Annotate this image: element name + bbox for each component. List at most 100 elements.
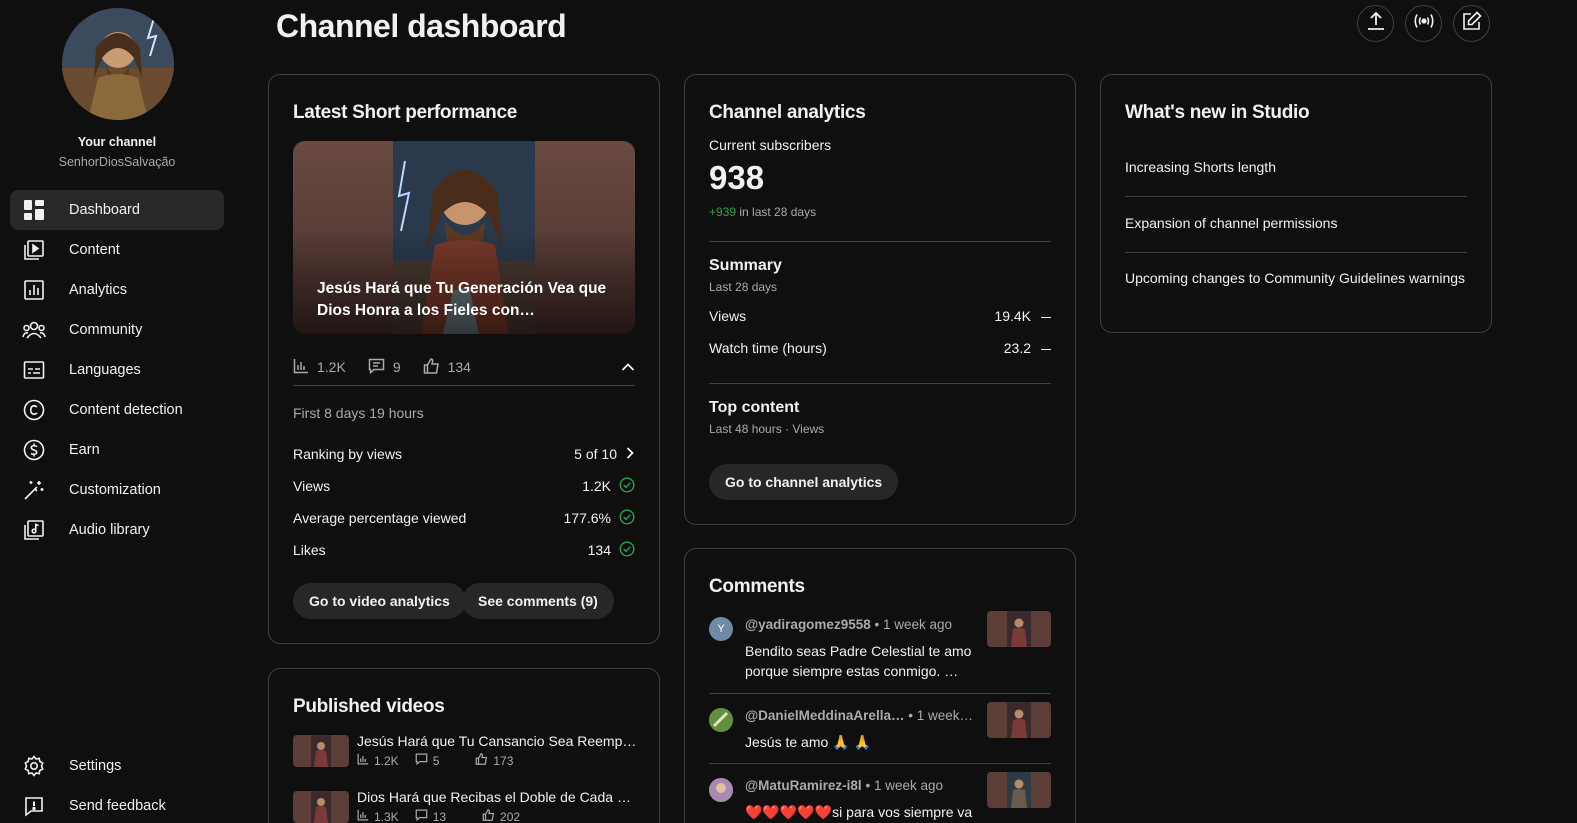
- go-to-video-analytics-button[interactable]: Go to video analytics: [293, 583, 466, 619]
- channel-analytics-card: Channel analytics Current subscribers 93…: [684, 74, 1076, 525]
- sidebar-item-label: Languages: [69, 362, 141, 378]
- content-icon: [22, 238, 46, 262]
- sidebar-item-audio-library[interactable]: Audio library: [10, 510, 224, 550]
- comment-text: ❤️❤️❤️❤️❤️si para vos siempre va: [745, 804, 973, 820]
- video-stats: 1.2K 5 173: [357, 753, 529, 768]
- sidebar-item-earn[interactable]: Earn: [10, 430, 224, 470]
- check-circle-icon: [619, 540, 635, 560]
- whats-new-card: What's new in Studio Increasing Shorts l…: [1100, 74, 1492, 333]
- metric-row-views: Views 1.2K: [293, 474, 635, 498]
- comment-header: @DanielMeddinaArella… • 1 week…: [745, 708, 975, 723]
- period-label: First 8 days 19 hours: [293, 405, 424, 421]
- upload-button[interactable]: [1357, 5, 1394, 42]
- comment-time: • 1 week ago: [865, 778, 943, 793]
- likes-count: 173: [493, 753, 514, 768]
- published-videos-card: Published videos Jesús Hará que Tu Cansa…: [268, 668, 660, 823]
- news-item[interactable]: Increasing Shorts length: [1125, 157, 1467, 177]
- community-icon: [22, 318, 46, 342]
- page-title: Channel dashboard: [276, 8, 567, 44]
- divider: [709, 693, 1051, 694]
- upload-icon: [1366, 11, 1386, 36]
- video-thumbnail: [293, 791, 349, 823]
- subscribers-label: Current subscribers: [709, 137, 832, 153]
- dashboard-icon: [22, 198, 46, 222]
- collapse-button[interactable]: [621, 359, 635, 375]
- sidebar-item-content-detection[interactable]: Content detection: [10, 390, 224, 430]
- see-comments-button[interactable]: See comments (9): [462, 583, 614, 619]
- short-title: Jesús Hará que Tu Generación Vea que Dio…: [317, 280, 607, 319]
- check-circle-icon: [619, 476, 635, 496]
- top-content-title: Top content: [709, 399, 800, 416]
- published-video-item[interactable]: Dios Hará que Recibas el Doble de Cada C…: [293, 789, 637, 823]
- thumbs-up-icon: [475, 753, 493, 768]
- trend-dash-icon: [1041, 348, 1051, 351]
- subscriber-delta-value: +939: [709, 205, 737, 219]
- comment-header: @MatuRamirez-i8l • 1 week ago: [745, 778, 975, 793]
- feedback-icon: [22, 794, 46, 818]
- analytics-icon: [357, 753, 374, 768]
- sidebar-item-analytics[interactable]: Analytics: [10, 270, 224, 310]
- views-count: 1.2K: [374, 753, 399, 768]
- card-title: What's new in Studio: [1125, 102, 1310, 123]
- divider: [709, 763, 1051, 764]
- published-video-item[interactable]: Jesús Hará que Tu Cansancio Sea Reemplaz…: [293, 733, 637, 775]
- subtitles-icon: [22, 358, 46, 382]
- comment-item[interactable]: @DanielMeddinaArella… • 1 week… Jesús te…: [709, 702, 1051, 758]
- subscriber-delta-suffix: in last 28 days: [736, 205, 817, 219]
- subscriber-count: 938: [709, 159, 765, 196]
- divider: [1125, 196, 1467, 197]
- comment-item[interactable]: @MatuRamirez-i8l • 1 week ago ❤️❤️❤️❤️❤️…: [709, 772, 1051, 823]
- views-stat: 1.2K: [293, 358, 346, 377]
- comments-stat: 9: [368, 358, 401, 377]
- likes-count: 202: [500, 809, 521, 823]
- sidebar-item-label: Analytics: [69, 282, 128, 298]
- metric-row-avg-viewed: Average percentage viewed 177.6%: [293, 506, 635, 530]
- sidebar-item-label: Earn: [69, 442, 100, 458]
- comment-item[interactable]: Y @yadiragomez9558 • 1 week ago Bendito …: [709, 611, 1051, 683]
- sidebar-item-dashboard[interactable]: Dashboard: [10, 190, 224, 230]
- top-content-subtitle: Last 48 hours · Views: [709, 422, 825, 436]
- audio-library-icon: [22, 518, 46, 542]
- video-thumbnail: [293, 735, 349, 767]
- news-item[interactable]: Upcoming changes to Community Guidelines…: [1125, 268, 1467, 288]
- metric-label: Average percentage viewed: [293, 510, 467, 526]
- card-title: Latest Short performance: [293, 102, 518, 123]
- comments-card: Comments Y @yadiragomez9558 • 1 week ago…: [684, 548, 1076, 823]
- sidebar-item-community[interactable]: Community: [10, 310, 224, 350]
- go-to-channel-analytics-button[interactable]: Go to channel analytics: [709, 464, 899, 500]
- channel-handle: SenhorDiosSalvação: [58, 155, 176, 169]
- magic-wand-icon: [22, 478, 46, 502]
- sidebar-item-label: Dashboard: [69, 202, 140, 218]
- comment-icon: [368, 358, 393, 377]
- avatar: Y: [709, 617, 733, 641]
- edit-icon: [1462, 11, 1482, 36]
- metric-label: Likes: [293, 542, 326, 558]
- metric-value: 1.2K: [582, 478, 611, 494]
- summary-row-views: Views 19.4K: [709, 305, 1051, 327]
- video-stats: 1.3K 13 202: [357, 809, 536, 823]
- copyright-icon: [22, 398, 46, 422]
- sidebar-item-send-feedback[interactable]: Send feedback: [10, 786, 224, 823]
- short-thumbnail[interactable]: Jesús Hará que Tu Generación Vea que Dio…: [293, 141, 635, 334]
- latest-short-card: Latest Short performance Jesús Hará que …: [268, 74, 660, 644]
- metric-row-ranking[interactable]: Ranking by views 5 of 10: [293, 442, 635, 466]
- news-item[interactable]: Expansion of channel permissions: [1125, 213, 1467, 233]
- sidebar-bottom-nav: Settings Send feedback: [10, 746, 224, 823]
- sidebar-item-label: Content: [69, 242, 120, 258]
- sidebar-item-customization[interactable]: Customization: [10, 470, 224, 510]
- channel-avatar[interactable]: [62, 8, 174, 120]
- analytics-icon: [22, 278, 46, 302]
- comment-header: @yadiragomez9558 • 1 week ago: [745, 617, 975, 632]
- go-live-button[interactable]: [1405, 5, 1442, 42]
- create-post-button[interactable]: [1453, 5, 1490, 42]
- summary-subtitle: Last 28 days: [709, 280, 778, 294]
- metric-value: 5 of 10: [574, 446, 617, 462]
- video-thumbnail: [987, 702, 1051, 738]
- summary-value: 23.2: [1003, 340, 1031, 356]
- divider: [1125, 252, 1467, 253]
- sidebar-item-languages[interactable]: Languages: [10, 350, 224, 390]
- trend-dash-icon: [1041, 316, 1051, 319]
- sidebar-item-content[interactable]: Content: [10, 230, 224, 270]
- sidebar-item-settings[interactable]: Settings: [10, 746, 224, 786]
- card-title: Published videos: [293, 696, 445, 717]
